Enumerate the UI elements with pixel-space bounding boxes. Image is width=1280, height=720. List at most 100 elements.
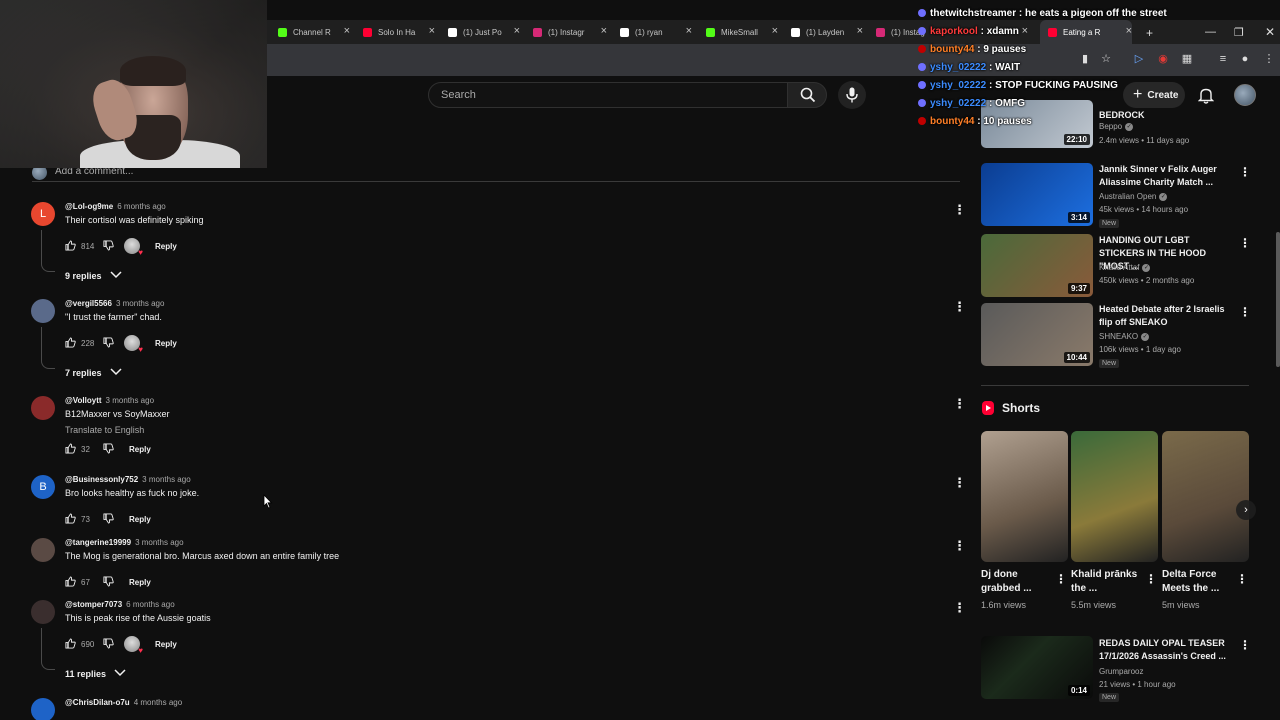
commenter-avatar[interactable]	[31, 600, 55, 624]
new-tab-button[interactable]: +	[1146, 26, 1153, 40]
more-actions-icon[interactable]: ⋮	[1239, 305, 1251, 319]
comment-timestamp[interactable]: 6 months ago	[117, 202, 165, 211]
reply-button[interactable]: Reply	[129, 578, 151, 587]
tab-close-icon[interactable]: ×	[1022, 25, 1028, 37]
channel-name[interactable]: Khalid Attaf ✓	[1099, 263, 1151, 272]
search-button[interactable]	[787, 82, 827, 108]
short-thumbnail[interactable]	[981, 431, 1068, 562]
video-title[interactable]: REDAS DAILY OPAL TEASER 17/1/2026 Assass…	[1099, 637, 1229, 663]
channel-name-label[interactable]: Khalid Attaf	[1099, 263, 1139, 272]
browser-tab[interactable]: Solo In Ha ×	[355, 20, 435, 44]
channel-name[interactable]: SHNEAKO ✓	[1099, 332, 1150, 341]
short-video[interactable]: Delta Force Meets the ... 5m views ⋮	[1162, 431, 1249, 610]
like-icon[interactable]	[65, 512, 76, 526]
short-thumbnail[interactable]	[1071, 431, 1158, 562]
comment-author[interactable]: @tangerine19999 3 months ago	[65, 538, 184, 547]
comment-author[interactable]: @Lol-og9me 6 months ago	[65, 202, 166, 211]
comment-author[interactable]: @Volloytt 3 months ago	[65, 396, 154, 405]
like-icon[interactable]	[65, 336, 76, 350]
comment-author[interactable]: @stomper7073 6 months ago	[65, 600, 175, 609]
extension-audio-icon[interactable]: ▷	[1132, 52, 1146, 66]
comment-author-name[interactable]: @stomper7073	[65, 600, 122, 609]
more-actions-icon[interactable]: ⋮	[1145, 572, 1157, 586]
dislike-icon[interactable]	[103, 442, 114, 456]
short-title[interactable]: Dj done grabbed ...	[981, 568, 1053, 596]
dislike-icon[interactable]	[103, 336, 114, 350]
short-video[interactable]: Dj done grabbed ... 1.6m views ⋮	[981, 431, 1068, 610]
short-thumbnail[interactable]	[1162, 431, 1249, 562]
replies-label[interactable]: 7 replies	[65, 368, 102, 378]
extensions-puzzle-icon[interactable]: ▦	[1180, 52, 1194, 66]
show-replies-button[interactable]: 9 replies	[65, 271, 122, 281]
comment-timestamp[interactable]: 3 months ago	[116, 299, 164, 308]
comment-timestamp[interactable]: 3 months ago	[142, 475, 190, 484]
short-title[interactable]: Delta Force Meets the ...	[1162, 568, 1234, 596]
tab-close-icon[interactable]: ×	[514, 25, 520, 37]
comment-more-icon[interactable]: ⋮	[953, 538, 966, 554]
create-button[interactable]: + Create	[1123, 82, 1185, 108]
comment-author[interactable]: @vergil5566 3 months ago	[65, 299, 164, 308]
comment-more-icon[interactable]: ⋮	[953, 202, 966, 218]
tab-close-icon[interactable]: ×	[772, 25, 778, 37]
commenter-avatar[interactable]	[31, 299, 55, 323]
channel-name[interactable]: Beppo ✓	[1099, 122, 1134, 131]
browser-tab[interactable]: Channel R ×	[270, 20, 350, 44]
video-title[interactable]: Heated Debate after 2 Israelis flip off …	[1099, 303, 1229, 329]
reply-button[interactable]: Reply	[129, 515, 151, 524]
restore-icon[interactable]: ❐	[1234, 26, 1244, 39]
like-icon[interactable]	[65, 239, 76, 253]
comment-author-name[interactable]: @Volloytt	[65, 396, 102, 405]
minimize-icon[interactable]: —	[1205, 26, 1216, 38]
comment-more-icon[interactable]: ⋮	[953, 475, 966, 491]
comment-timestamp[interactable]: 3 months ago	[106, 396, 154, 405]
comment-timestamp[interactable]: 3 months ago	[135, 538, 183, 547]
translate-link[interactable]: Translate to English	[65, 425, 144, 435]
user-avatar[interactable]	[1234, 84, 1256, 106]
channel-name-label[interactable]: SHNEAKO	[1099, 332, 1138, 341]
browser-tab[interactable]: (1) ryan ×	[612, 20, 692, 44]
comment-more-icon[interactable]: ⋮	[953, 396, 966, 412]
channel-name[interactable]: Australian Open ✓	[1099, 192, 1168, 201]
commenter-avatar[interactable]: B	[31, 475, 55, 499]
dislike-icon[interactable]	[103, 239, 114, 253]
install-app-icon[interactable]: ▮	[1078, 52, 1092, 66]
comment-author-name[interactable]: @Lol-og9me	[65, 202, 113, 211]
dislike-icon[interactable]	[103, 575, 114, 589]
more-actions-icon[interactable]: ⋮	[1239, 165, 1251, 179]
browser-tab[interactable]: (1) Layden ×	[783, 20, 863, 44]
like-icon[interactable]	[65, 637, 76, 651]
voice-search-button[interactable]	[838, 81, 866, 109]
commenter-avatar[interactable]	[31, 396, 55, 420]
browser-menu-icon[interactable]: ⋮	[1262, 52, 1276, 66]
profile-icon[interactable]: ●	[1238, 52, 1252, 66]
video-title[interactable]: BEDROCK	[1099, 109, 1229, 122]
more-actions-icon[interactable]: ⋮	[1236, 572, 1248, 586]
tab-close-icon[interactable]: ×	[857, 25, 863, 37]
page-scrollbar[interactable]	[1276, 232, 1280, 367]
extension-shield-icon[interactable]: ◉	[1156, 52, 1170, 66]
reply-button[interactable]: Reply	[129, 445, 151, 454]
commenter-avatar[interactable]	[31, 538, 55, 562]
comment-more-icon[interactable]: ⋮	[953, 299, 966, 315]
replies-label[interactable]: 9 replies	[65, 271, 102, 281]
more-actions-icon[interactable]: ⋮	[1055, 572, 1067, 586]
comment-author-name[interactable]: @vergil5566	[65, 299, 112, 308]
like-icon[interactable]	[65, 442, 76, 456]
video-thumbnail[interactable]: 9:37	[981, 234, 1093, 297]
short-title[interactable]: Khalid prānks the ...	[1071, 568, 1143, 596]
show-replies-button[interactable]: 11 replies	[65, 669, 126, 679]
bookmark-star-icon[interactable]: ☆	[1099, 52, 1113, 66]
show-replies-button[interactable]: 7 replies	[65, 368, 122, 378]
comment-author[interactable]: @ChrisDilan-o7u 4 months ago	[65, 698, 182, 707]
video-thumbnail[interactable]: 3:14	[981, 163, 1093, 226]
reading-list-icon[interactable]: ≡	[1216, 52, 1230, 66]
reply-button[interactable]: Reply	[155, 339, 177, 348]
video-title[interactable]: Jannik Sinner v Felix Auger Aliassime Ch…	[1099, 163, 1229, 189]
commenter-avatar[interactable]	[31, 698, 55, 720]
more-actions-icon[interactable]: ⋮	[1239, 236, 1251, 250]
comment-more-icon[interactable]: ⋮	[953, 600, 966, 616]
reply-button[interactable]: Reply	[155, 242, 177, 251]
tab-close-icon[interactable]: ×	[429, 25, 435, 37]
comment-author[interactable]: @Businessonly752 3 months ago	[65, 475, 191, 484]
video-thumbnail[interactable]: 10:44	[981, 303, 1093, 366]
